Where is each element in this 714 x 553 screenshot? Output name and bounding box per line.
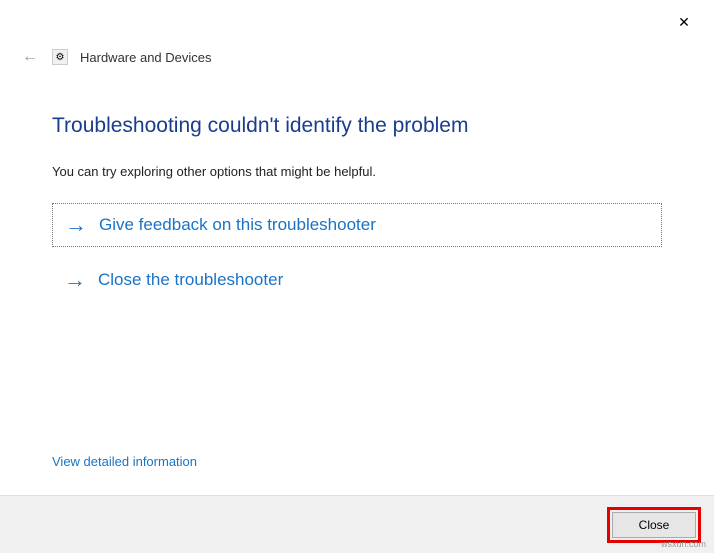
option-close-troubleshooter[interactable]: → Close the troubleshooter xyxy=(52,259,662,301)
content-area: Troubleshooting couldn't identify the pr… xyxy=(0,70,714,301)
breadcrumb: Hardware and Devices xyxy=(80,50,212,65)
option-label: Give feedback on this troubleshooter xyxy=(99,215,376,235)
footer: Close xyxy=(0,495,714,553)
titlebar: ✕ xyxy=(0,0,714,40)
back-arrow-icon[interactable]: ← xyxy=(20,47,40,67)
page-title: Troubleshooting couldn't identify the pr… xyxy=(52,114,662,138)
arrow-right-icon: → xyxy=(64,269,86,291)
arrow-right-icon: → xyxy=(65,214,87,236)
option-label: Close the troubleshooter xyxy=(98,270,283,290)
close-icon[interactable]: ✕ xyxy=(666,8,702,36)
page-subtext: You can try exploring other options that… xyxy=(52,164,662,179)
watermark: wsxun.com xyxy=(661,539,706,549)
devices-icon: ⚙ xyxy=(52,49,68,65)
close-button[interactable]: Close xyxy=(612,512,696,538)
view-detailed-info-link[interactable]: View detailed information xyxy=(52,454,197,469)
option-give-feedback[interactable]: → Give feedback on this troubleshooter xyxy=(52,203,662,247)
header: ← ⚙ Hardware and Devices xyxy=(0,40,714,70)
